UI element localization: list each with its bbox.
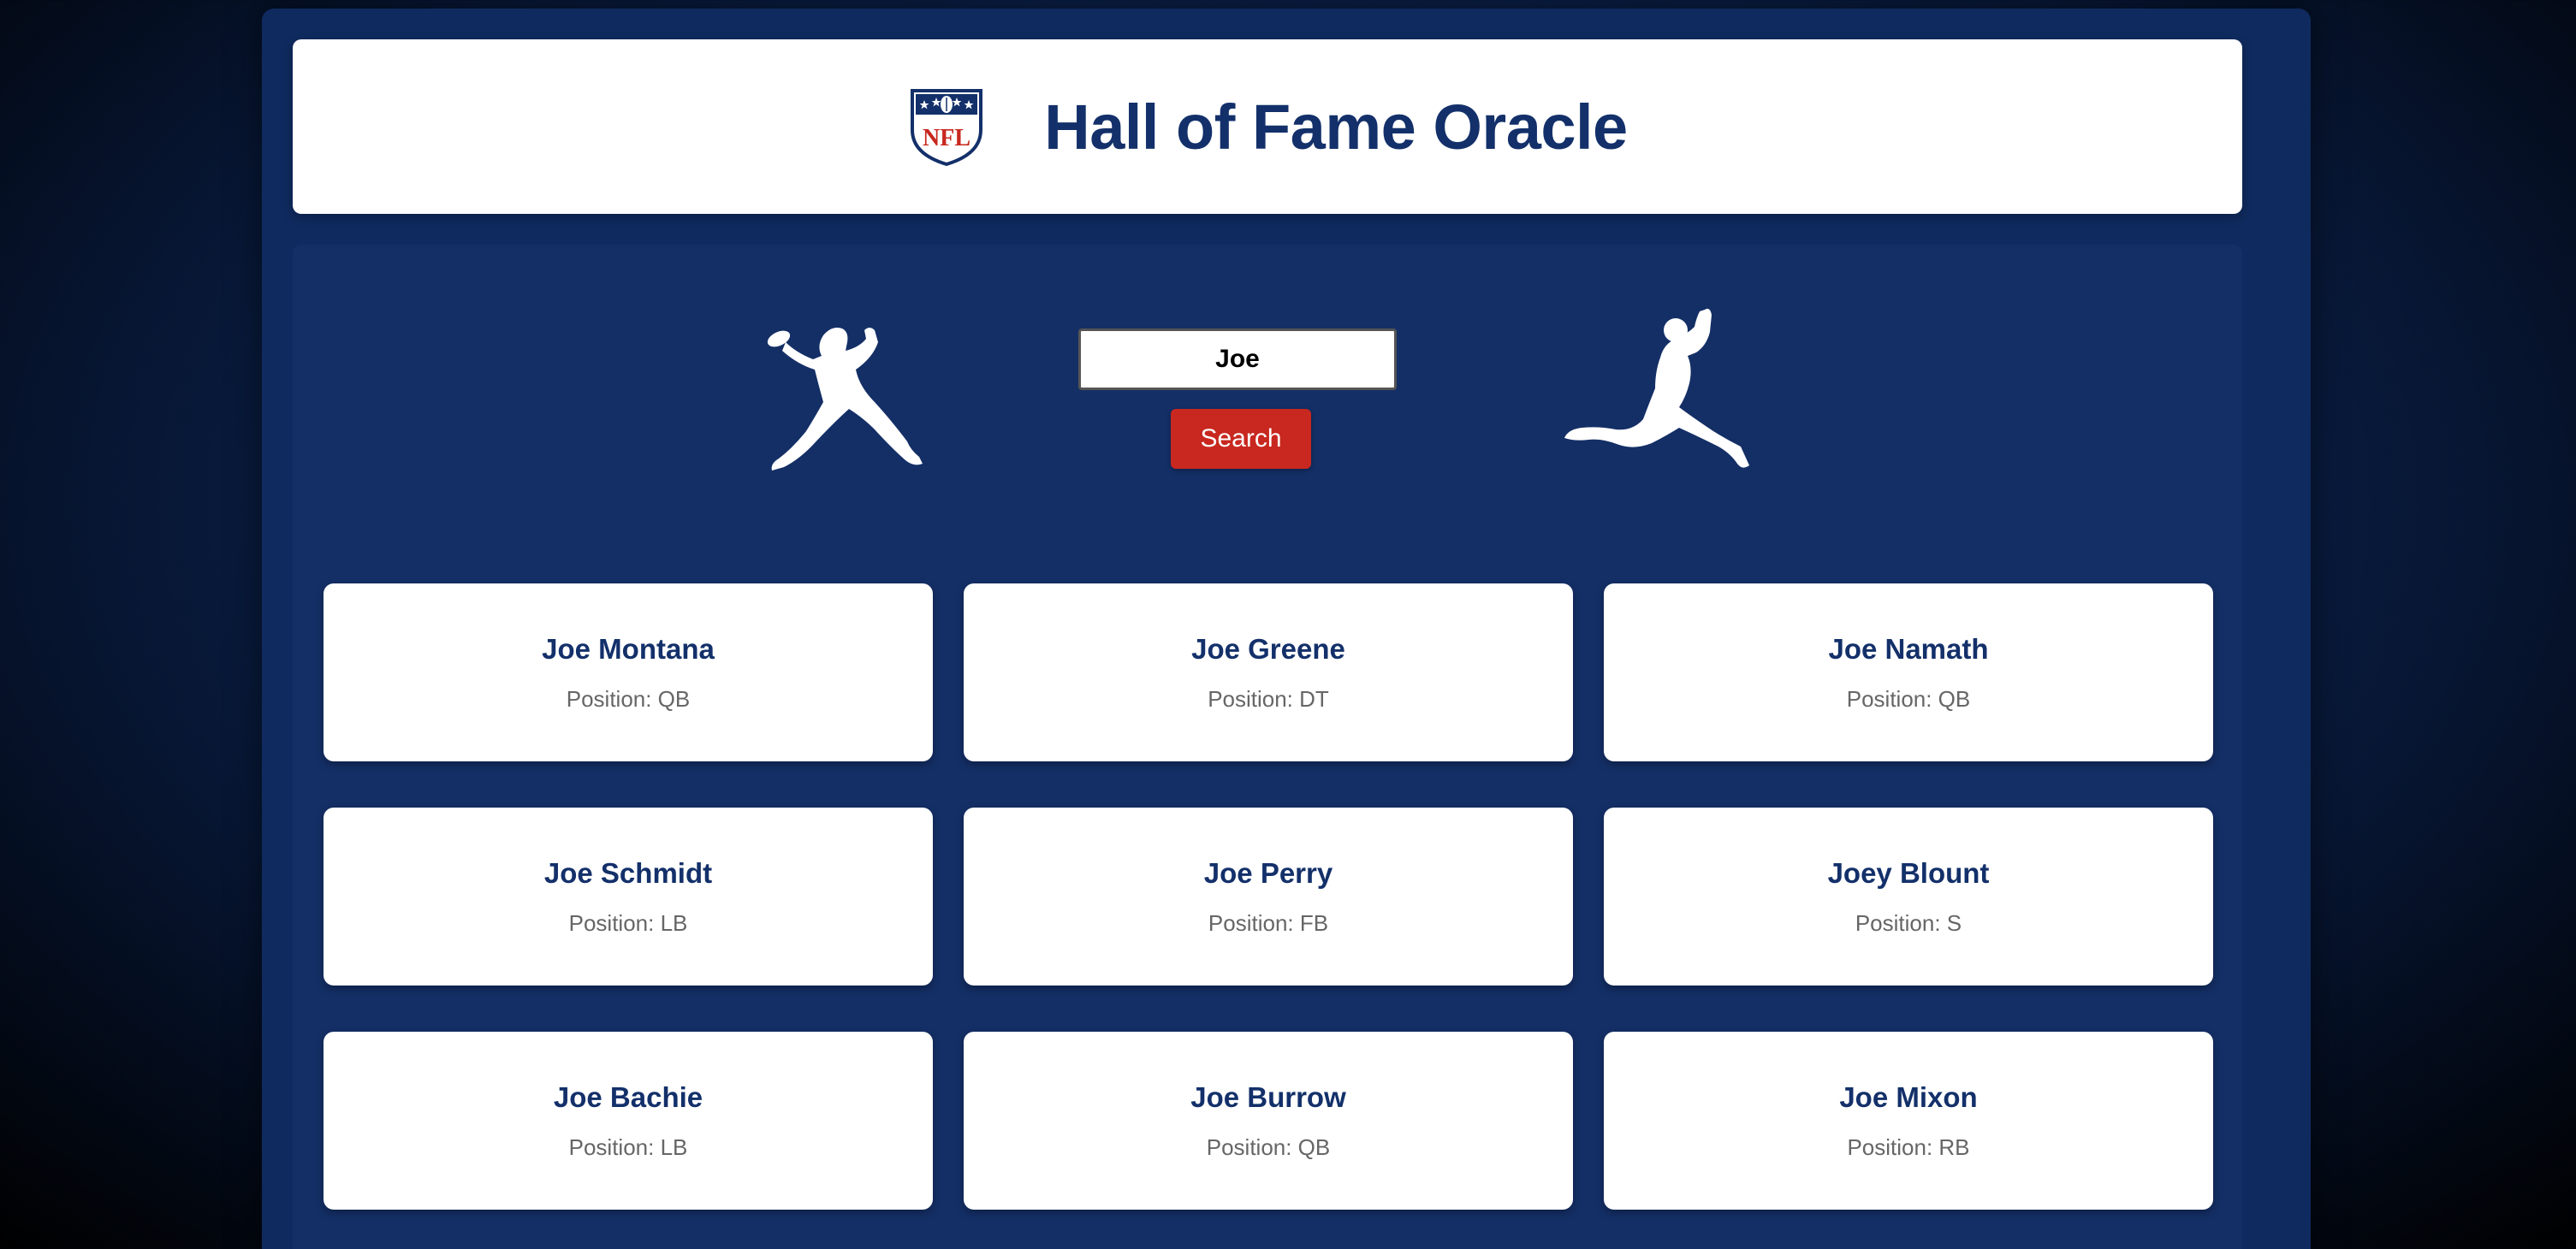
player-name: Joe Schmidt xyxy=(543,856,713,889)
player-card[interactable]: Joey Blount Position: S xyxy=(1604,808,2213,986)
player-position: Position: QB xyxy=(566,685,691,712)
header: NFL Hall of Fame Oracle xyxy=(293,39,2242,214)
player-name: Joe Greene xyxy=(1191,632,1345,665)
player-position: Position: QB xyxy=(1846,685,1971,712)
player-card[interactable]: Joe Montana Position: QB xyxy=(323,583,933,761)
player-position: Position: LB xyxy=(568,909,688,936)
player-name: Joe Mixon xyxy=(1839,1080,1978,1113)
player-position: Position: S xyxy=(1855,909,1962,936)
player-card[interactable]: Joe Burrow Position: QB xyxy=(964,1032,1573,1210)
player-position: Position: RB xyxy=(1847,1134,1970,1160)
player-name: Joe Burrow xyxy=(1190,1080,1346,1113)
quarterback-silhouette-icon xyxy=(767,328,923,471)
results-grid: Joe Montana Position: QB Joe Greene Posi… xyxy=(323,583,2213,1210)
player-position: Position: LB xyxy=(568,1134,688,1160)
nfl-shield-logo: NFL xyxy=(911,89,983,167)
search-hero: Search xyxy=(293,245,2242,536)
search-button[interactable]: Search xyxy=(1171,409,1311,469)
receiver-silhouette-icon xyxy=(1564,308,1749,468)
player-card[interactable]: Joe Namath Position: QB xyxy=(1604,583,2213,761)
page-title: Hall of Fame Oracle xyxy=(1044,91,1628,163)
svg-text:NFL: NFL xyxy=(923,125,970,151)
app-container: NFL Hall of Fame Oracle Search Joe Monta… xyxy=(262,9,2311,1249)
player-card[interactable]: Joe Perry Position: FB xyxy=(964,808,1573,986)
player-position: Position: DT xyxy=(1208,685,1329,712)
player-card[interactable]: Joe Bachie Position: LB xyxy=(323,1032,933,1210)
player-name: Joe Montana xyxy=(542,632,715,665)
player-name: Joe Perry xyxy=(1203,856,1333,889)
player-card[interactable]: Joe Mixon Position: RB xyxy=(1604,1032,2213,1210)
player-name: Joe Namath xyxy=(1828,632,1989,665)
player-card[interactable]: Joe Greene Position: DT xyxy=(964,583,1573,761)
player-name: Joe Bachie xyxy=(553,1080,703,1113)
main-panel: Search Joe Montana Position: QB Joe Gree… xyxy=(293,245,2242,1249)
search-input[interactable] xyxy=(1078,329,1397,390)
player-card[interactable]: Joe Schmidt Position: LB xyxy=(323,808,933,986)
player-name: Joey Blount xyxy=(1827,856,1990,889)
player-position: Position: FB xyxy=(1208,909,1329,936)
player-position: Position: QB xyxy=(1206,1134,1331,1160)
